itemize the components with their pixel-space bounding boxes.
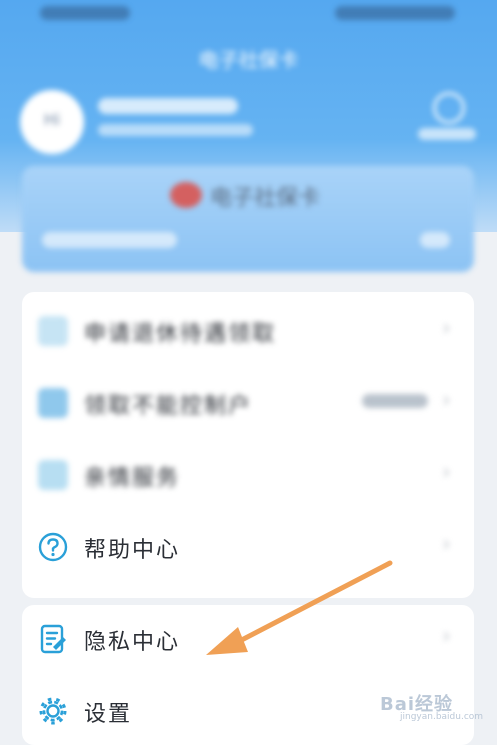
watermark-subtext: jingyan.baidu.com <box>400 712 484 722</box>
annotation-arrow <box>206 560 393 655</box>
